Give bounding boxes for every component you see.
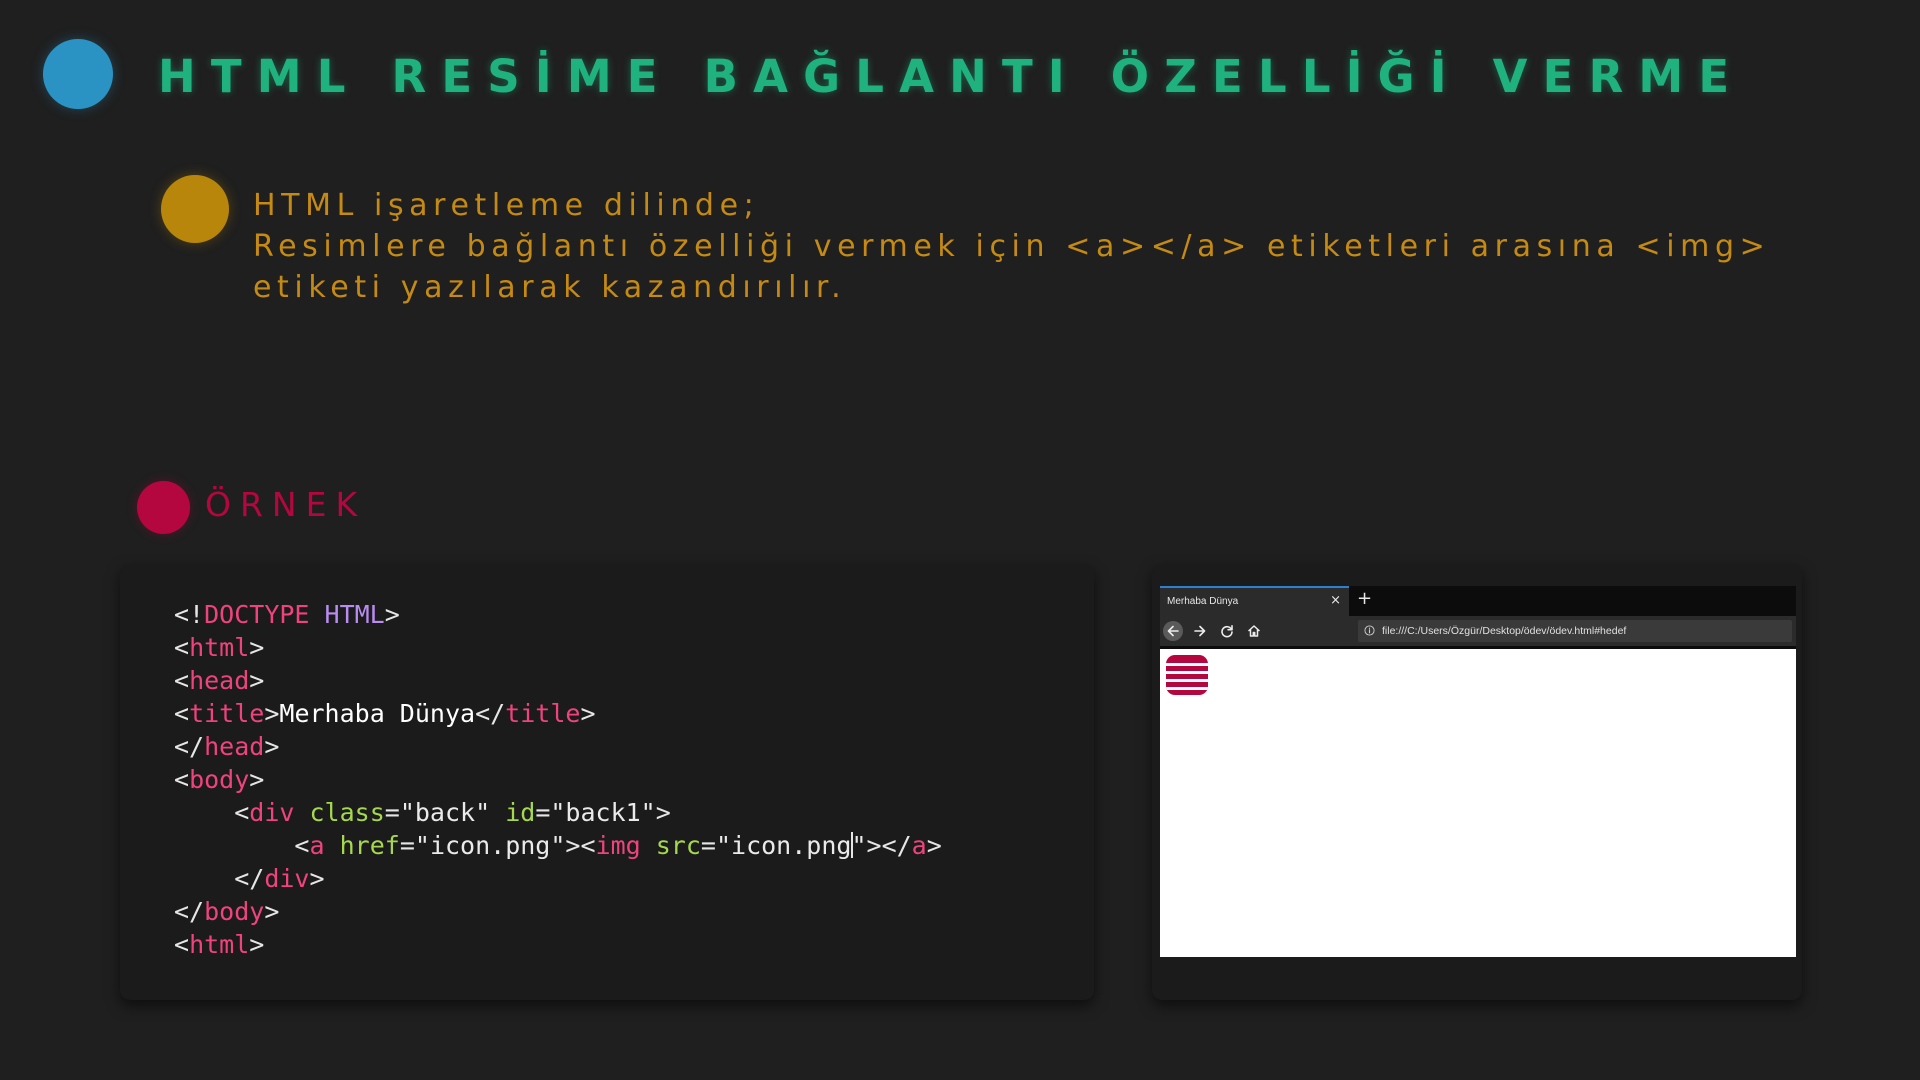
browser-tab[interactable]: Merhaba Dünya × (1160, 586, 1349, 616)
code-line-doctype: <!DOCTYPE HTML> (174, 600, 400, 629)
linked-image[interactable] (1166, 655, 1208, 695)
code-line-anchor-img: <a href="icon.png"><img src="icon.png"><… (294, 831, 942, 860)
code-line-head-close: </head> (174, 732, 280, 761)
code-line-body-close: </body> (174, 897, 280, 926)
code-line-html-last: <html> (174, 930, 265, 959)
close-icon[interactable]: × (1330, 593, 1341, 608)
back-arrow-icon[interactable] (1163, 621, 1183, 641)
example-bullet-dot (137, 481, 190, 534)
code-line-head-open: <head> (174, 666, 265, 695)
code-line-div-close: </div> (234, 864, 325, 893)
body-line-3: etiketi yazılarak kazandırılır. (253, 270, 847, 305)
code-block[interactable]: <!DOCTYPE HTML> <html> <head> <title>Merhab… (174, 598, 942, 961)
browser-tab-bar: Merhaba Dünya × + (1160, 586, 1796, 616)
browser-preview-panel: Merhaba Dünya × + file:///C:/Users/Özgür… (1152, 564, 1802, 1000)
body-line-2: Resimlere bağlantı özelliği vermek için … (253, 229, 1771, 264)
slide-title: HTML RESİME BAĞLANTI ÖZELLİĞİ VERME (158, 50, 1745, 103)
browser-window: Merhaba Dünya × + file:///C:/Users/Özgür… (1160, 586, 1796, 957)
code-line-body-open: <body> (174, 765, 265, 794)
slide-body-text: HTML işaretleme dilinde; Resimlere bağla… (253, 185, 1913, 308)
body-bullet-dot (161, 175, 229, 243)
example-label: ÖRNEK (205, 485, 367, 524)
striped-image-icon (1166, 655, 1208, 695)
code-editor-panel: <!DOCTYPE HTML> <html> <head> <title>Merhab… (120, 564, 1094, 1000)
reload-icon[interactable] (1217, 621, 1237, 641)
browser-page-viewport (1160, 649, 1796, 957)
new-tab-icon[interactable]: + (1357, 588, 1372, 609)
browser-nav-bar: file:///C:/Users/Özgür/Desktop/ödev/ödev… (1160, 616, 1796, 646)
home-icon[interactable] (1244, 621, 1264, 641)
forward-arrow-icon[interactable] (1190, 621, 1210, 641)
body-line-1: HTML işaretleme dilinde; (253, 188, 760, 223)
info-icon (1364, 625, 1375, 636)
tab-title: Merhaba Dünya (1167, 596, 1239, 607)
code-line-html-open: <html> (174, 633, 265, 662)
address-bar[interactable]: file:///C:/Users/Özgür/Desktop/ödev/ödev… (1358, 620, 1792, 642)
title-bullet-dot (43, 39, 113, 109)
address-bar-url: file:///C:/Users/Özgür/Desktop/ödev/ödev… (1382, 625, 1627, 637)
code-line-title: <title>Merhaba Dünya</title> (174, 699, 596, 728)
code-line-div-open: <div class="back" id="back1"> (234, 798, 671, 827)
